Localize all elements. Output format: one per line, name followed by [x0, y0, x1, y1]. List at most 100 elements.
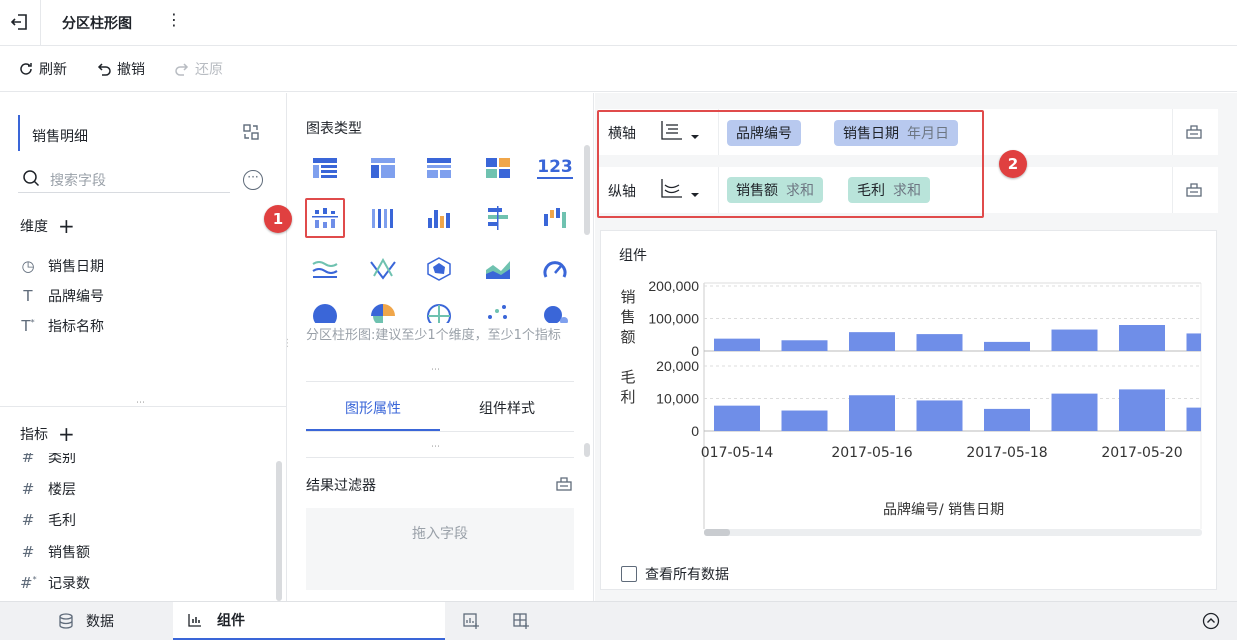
refresh-label: 刷新 [39, 62, 67, 78]
search-options-icon[interactable]: ··· [243, 170, 263, 190]
bar [984, 341, 1030, 351]
drop-hint: 拖入字段 [412, 526, 468, 542]
bubble-icon[interactable] [542, 303, 568, 323]
y-tick-label: 0 [691, 343, 699, 359]
measure-title: 指标 [20, 427, 48, 443]
measure-item[interactable]: # 楼层 [20, 479, 76, 499]
hash-icon: # [21, 543, 35, 561]
highlight-box-chart-type [305, 198, 345, 238]
radar-chart-icon[interactable] [419, 249, 459, 289]
hash-icon: # [21, 453, 35, 466]
show-all-checkbox[interactable] [621, 566, 637, 582]
radar-line-icon[interactable] [363, 249, 403, 289]
bar [916, 400, 963, 431]
property-scrollbar[interactable] [584, 443, 590, 457]
scatter-icon[interactable] [485, 303, 511, 323]
undo-button[interactable]: 撤销 [96, 59, 145, 79]
refresh-icon [20, 63, 32, 75]
pie-chart-icon[interactable] [312, 303, 338, 323]
annotation-badge-2: 2 [999, 150, 1027, 178]
bar [781, 410, 828, 431]
add-dashboard-icon[interactable] [512, 612, 530, 634]
left-scrollbar[interactable] [276, 461, 282, 601]
switch-dataset-icon[interactable] [242, 123, 260, 145]
text-icon: T [23, 287, 33, 305]
line-chart-icon[interactable] [305, 249, 345, 289]
undo-label: 撤销 [117, 62, 145, 78]
measure-item[interactable]: # 销售额 [20, 542, 90, 562]
y-axis-settings-icon[interactable] [1185, 180, 1203, 202]
bar-chart-icon[interactable] [419, 198, 459, 238]
cross-table-icon[interactable] [419, 148, 459, 188]
show-all-data[interactable]: 查看所有数据 [621, 564, 729, 584]
undo-icon [97, 63, 111, 76]
area-chart-icon[interactable] [478, 249, 518, 289]
stacked-bar-icon[interactable] [363, 198, 403, 238]
top-bar: 分区柱形图 ⋮ [0, 0, 1237, 46]
tab-graphic-properties[interactable]: 图形属性 [306, 389, 440, 431]
x-tick-label: 2017-05-20 [1101, 445, 1182, 461]
rose-chart-icon[interactable] [370, 303, 396, 323]
dashboard-icon[interactable] [478, 148, 518, 188]
add-measure-icon[interactable]: + [58, 424, 75, 444]
dimension-item[interactable]: T* 指标名称 [20, 316, 104, 336]
bottom-bar: 数据 组件 [0, 601, 1237, 640]
search-icon [23, 170, 40, 187]
search-placeholder: 搜索字段 [50, 173, 106, 189]
x-tick-label: 017-05-14 [701, 445, 774, 461]
waterfall-icon[interactable] [535, 198, 575, 238]
bar [984, 408, 1030, 431]
x-tick-label: 2017-05-18 [966, 445, 1047, 461]
tab-data[interactable]: 数据 [0, 602, 172, 640]
measure-item[interactable]: #* 记录数 [20, 573, 90, 593]
dataset-name[interactable]: 销售明细 [32, 126, 88, 146]
bar [1119, 389, 1165, 431]
show-all-label: 查看所有数据 [645, 567, 729, 583]
redo-button[interactable]: 还原 [174, 59, 223, 79]
bar [1051, 393, 1098, 431]
y-axis-title-char: 毛 [620, 368, 635, 386]
x-axis-settings-icon[interactable] [1185, 122, 1203, 144]
dimension-item[interactable]: ◷ 销售日期 [20, 256, 104, 276]
exit-icon[interactable] [8, 10, 32, 34]
horizontal-bar-icon[interactable] [478, 198, 518, 238]
kpi-number-icon[interactable]: 123 [535, 148, 575, 188]
refresh-button[interactable]: 刷新 [18, 59, 67, 79]
hash-icon: # [21, 480, 35, 498]
filter-drop-zone[interactable]: 拖入字段 [306, 508, 574, 590]
bar [916, 334, 963, 351]
component-card[interactable]: 组件 200,000 100,000 0 销售额 20,000 10,000 0 毛利 017-… [600, 230, 1217, 590]
y-tick-label: 100,000 [648, 311, 699, 327]
y-axis-title-char: 售 [620, 308, 635, 326]
hash-icon: # [21, 511, 35, 529]
text-star-icon: T* [21, 317, 35, 335]
chart-scrollbar-thumb[interactable] [704, 529, 730, 536]
gauge-icon[interactable] [535, 249, 575, 289]
redo-icon [175, 63, 189, 76]
chart-scrollbar-track [704, 529, 1202, 536]
table-icon[interactable] [305, 148, 345, 188]
toolbar: 刷新 撤销 还原 [0, 47, 1237, 92]
tab-component-style[interactable]: 组件样式 [440, 389, 574, 431]
field-panel: 销售明细 搜索字段 ··· 维度 + ◷ 销售日期 T 品牌编号 T* 指标名称 ⋯ … [0, 93, 287, 601]
add-component-icon[interactable] [462, 612, 480, 634]
group-table-icon[interactable] [363, 148, 403, 188]
dimension-item[interactable]: T 品牌编号 [20, 286, 104, 306]
chart-canvas: 200,000 100,000 0 销售额 20,000 10,000 0 毛利 017-05-… [620, 278, 1202, 529]
tab-component[interactable]: 组件 [173, 602, 445, 640]
search-field[interactable]: 搜索字段 [18, 165, 230, 193]
bar [1186, 333, 1201, 351]
y-tick-label: 10,000 [656, 391, 699, 407]
add-dimension-icon[interactable]: + [58, 216, 75, 236]
y-axis-title-char: 销 [620, 288, 635, 306]
x-tick-label: 2017-05-16 [831, 445, 912, 461]
measure-item[interactable]: # 类别 [20, 453, 76, 467]
collapse-up-icon[interactable] [1202, 612, 1220, 634]
globe-icon[interactable] [426, 303, 452, 323]
measure-item[interactable]: # 毛利 [20, 510, 76, 530]
y-axis-title-char: 利 [620, 388, 635, 406]
chart-type-scrollbar[interactable] [584, 145, 590, 235]
filter-settings-icon[interactable] [555, 474, 573, 496]
more-icon[interactable]: ⋮ [166, 10, 182, 29]
y-tick-label: 0 [691, 423, 699, 439]
